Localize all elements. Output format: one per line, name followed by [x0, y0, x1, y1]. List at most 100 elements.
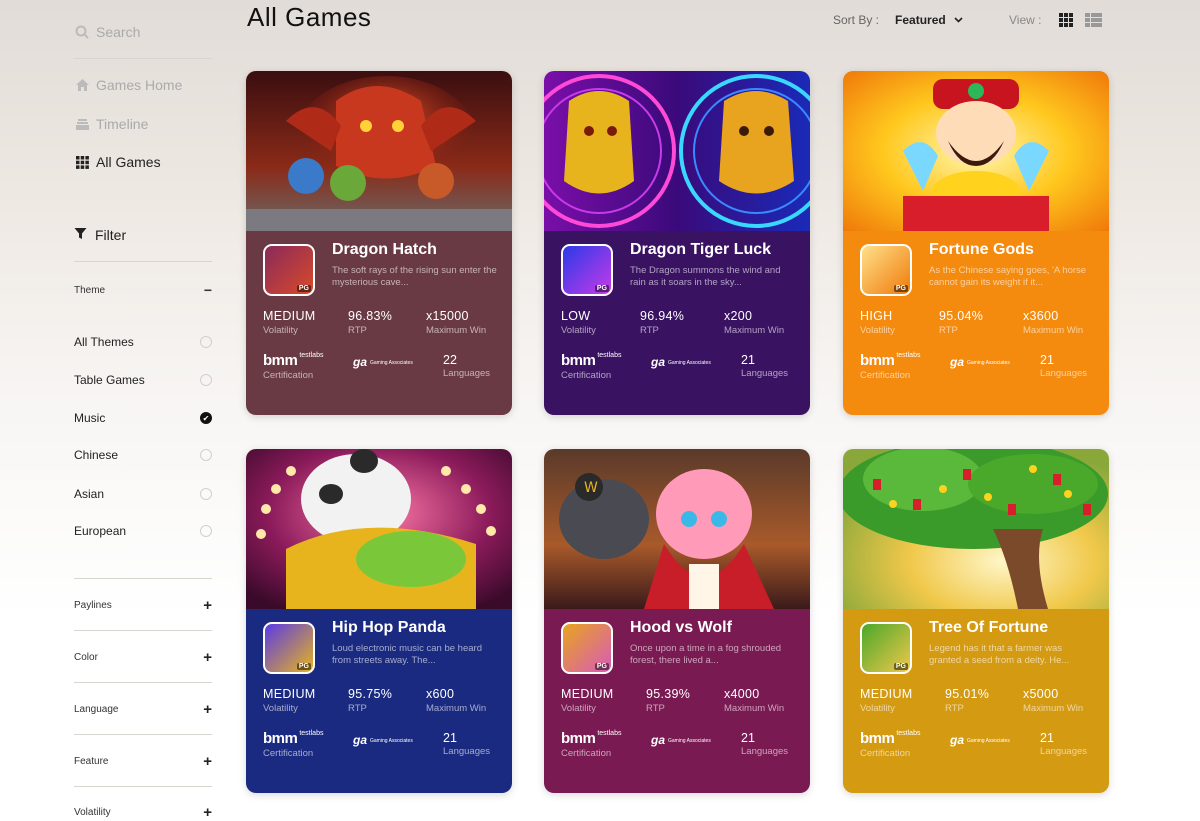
game-card-dragon-hatch[interactable]: PG Dragon Hatch The soft rays of the ris…: [246, 71, 512, 415]
expand-icon[interactable]: +: [203, 701, 212, 718]
game-title[interactable]: Hip Hop Panda: [332, 619, 446, 637]
game-description: Legend has it that a farmer was granted …: [929, 643, 1070, 666]
game-card-hip-hop-panda[interactable]: PG Hip Hop Panda Loud electronic music c…: [246, 449, 512, 793]
collapse-icon[interactable]: −: [204, 282, 212, 298]
expand-icon[interactable]: +: [203, 597, 212, 614]
chevron-down-icon[interactable]: [954, 15, 963, 25]
option-label: European: [74, 524, 127, 538]
theme-option-chinese[interactable]: Chinese: [74, 448, 212, 462]
search-box[interactable]: Search: [74, 22, 140, 42]
theme-option-asian[interactable]: Asian: [74, 487, 212, 501]
view-label: View :: [1009, 13, 1042, 27]
game-artwork[interactable]: [843, 449, 1109, 609]
nav-games-home[interactable]: Games Home: [74, 75, 182, 95]
game-title[interactable]: Dragon Hatch: [332, 241, 437, 259]
game-title[interactable]: Tree Of Fortune: [929, 619, 1048, 637]
languages-stat: 21 Languages: [741, 731, 788, 757]
accordion-label: Paylines: [74, 600, 112, 611]
sort-control[interactable]: Sort By : Featured: [833, 13, 963, 27]
search-input[interactable]: Search: [96, 24, 140, 40]
game-card-hood-vs-wolf[interactable]: W PG Hood vs Wolf Once upon a time in a …: [544, 449, 810, 793]
game-info: PG Hood vs Wolf Once upon a time in a fo…: [544, 609, 810, 793]
accordion-paylines[interactable]: Paylines +: [74, 597, 212, 614]
certification-label: Certification: [860, 748, 911, 759]
theme-option-european[interactable]: European: [74, 524, 212, 538]
bmm-logo: bmm testlabs: [263, 730, 324, 747]
radio-button[interactable]: [200, 336, 212, 348]
divider: [74, 578, 212, 579]
max-win-label: Maximum Win: [1023, 703, 1084, 714]
rtp-value: 96.83%: [348, 309, 393, 323]
nav-label: All Games: [96, 154, 161, 170]
theme-label: Theme: [74, 284, 106, 296]
accordion-feature[interactable]: Feature +: [74, 753, 212, 770]
certification: bmm testlabs Certification: [263, 730, 323, 759]
certification: bmm testlabs Certification: [263, 352, 323, 381]
expand-icon[interactable]: +: [203, 649, 212, 666]
grid-view-icon[interactable]: [1059, 13, 1074, 27]
accordion-color[interactable]: Color +: [74, 649, 212, 666]
expand-icon[interactable]: +: [203, 753, 212, 770]
list-view-icon[interactable]: [1085, 13, 1103, 27]
max-win-stat: x5000 Maximum Win: [1023, 687, 1083, 714]
sort-value[interactable]: Featured: [895, 13, 946, 27]
option-label: All Themes: [74, 335, 134, 349]
theme-option-all-themes[interactable]: All Themes: [74, 335, 212, 349]
game-info: PG Dragon Hatch The soft rays of the ris…: [246, 231, 512, 415]
ga-logo: ga Gaming Associates: [950, 355, 1010, 369]
game-artwork[interactable]: [843, 71, 1109, 231]
volatility-stat: LOW Volatility: [561, 309, 596, 336]
theme-option-table-games[interactable]: Table Games: [74, 373, 212, 387]
game-description: The Dragon summons the wind and rain as …: [630, 265, 781, 288]
rtp-stat: 95.04% RTP: [939, 309, 983, 336]
radio-button[interactable]: [200, 449, 212, 461]
nav-timeline[interactable]: Timeline: [74, 114, 148, 134]
game-icon: PG: [860, 622, 912, 674]
languages-label: Languages: [1040, 368, 1088, 379]
rtp-label: RTP: [348, 703, 367, 714]
rtp-stat: 96.83% RTP: [348, 309, 392, 336]
rtp-stat: 96.94% RTP: [640, 309, 684, 336]
game-artwork[interactable]: [246, 71, 512, 231]
game-title[interactable]: Fortune Gods: [929, 241, 1034, 259]
timeline-icon: [74, 116, 90, 132]
volatility-value: MEDIUM: [263, 687, 316, 701]
theme-option-music[interactable]: Music ✔: [74, 411, 212, 425]
languages-stat: 22 Languages: [443, 353, 490, 379]
volatility-stat: MEDIUM Volatility: [860, 687, 913, 714]
filter-heading: Filter: [74, 227, 126, 243]
option-label: Chinese: [74, 448, 119, 462]
game-card-fortune-gods[interactable]: PG Fortune Gods As the Chinese saying go…: [843, 71, 1109, 415]
check-icon[interactable]: ✔: [200, 412, 212, 424]
nav-all-games[interactable]: All Games: [74, 152, 161, 172]
game-card-tree-of-fortune[interactable]: PG Tree Of Fortune Legend has it that a …: [843, 449, 1109, 793]
volatility-label: Volatility: [860, 703, 895, 714]
accordion-volatility[interactable]: Volatility +: [74, 804, 212, 821]
max-win-value: x600: [426, 687, 455, 701]
rtp-value: 95.01%: [945, 687, 990, 701]
game-card-dragon-tiger-luck[interactable]: PG Dragon Tiger Luck The Dragon summons …: [544, 71, 810, 415]
radio-button[interactable]: [200, 488, 212, 500]
volatility-label: Volatility: [860, 325, 895, 336]
pg-badge: PG: [594, 285, 609, 292]
game-artwork[interactable]: W: [544, 449, 810, 609]
game-artwork[interactable]: [544, 71, 810, 231]
languages-stat: 21 Languages: [443, 731, 490, 757]
accordion-language[interactable]: Language +: [74, 701, 212, 718]
game-title[interactable]: Hood vs Wolf: [630, 619, 732, 637]
rtp-label: RTP: [646, 703, 665, 714]
accordion-label: Language: [74, 704, 119, 715]
search-icon: [74, 24, 90, 40]
expand-icon[interactable]: +: [203, 804, 212, 821]
volatility-label: Volatility: [263, 703, 298, 714]
max-win-stat: x4000 Maximum Win: [724, 687, 784, 714]
radio-button[interactable]: [200, 374, 212, 386]
theme-accordion[interactable]: Theme −: [74, 282, 212, 298]
divider: [74, 682, 212, 683]
bmm-logo: bmm testlabs: [263, 352, 324, 369]
certification-label: Certification: [561, 370, 612, 381]
radio-button[interactable]: [200, 525, 212, 537]
languages-value: 21: [1040, 731, 1054, 745]
game-title[interactable]: Dragon Tiger Luck: [630, 241, 771, 259]
game-artwork[interactable]: [246, 449, 512, 609]
